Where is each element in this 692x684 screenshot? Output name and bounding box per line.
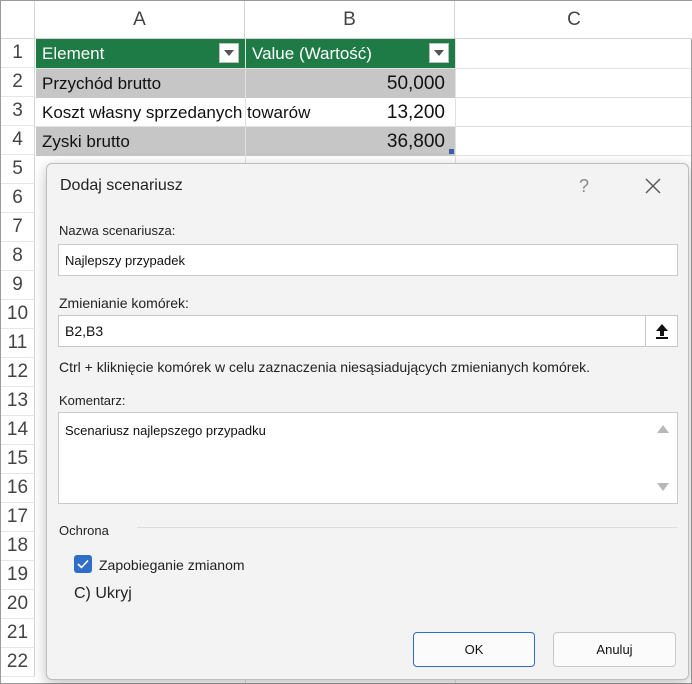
table-cell-a2[interactable]: Przychód brutto [36,69,245,98]
table-cell-b3[interactable]: 13,200 [306,98,455,127]
row-header-9[interactable]: 9 [1,271,35,300]
cancel-button[interactable]: Anuluj [553,632,676,667]
dialog-title: Dodaj scenariusz [60,177,183,194]
help-button[interactable]: ? [572,174,596,198]
comment-textarea[interactable]: Scenariusz najlepszego przypadku [58,412,678,504]
table-cell-b4[interactable]: 36,800 [246,127,455,156]
close-button[interactable] [641,174,665,198]
filter-dropdown-element[interactable] [219,43,239,63]
row-header-14[interactable]: 14 [1,416,35,445]
comment-value: Scenariusz najlepszego przypadku [65,423,266,438]
table-header-value-label: Value (Wartość) [252,43,372,63]
select-all-corner[interactable] [1,1,35,39]
table-header-value[interactable]: Value (Wartość) [246,39,455,68]
cancel-button-label: Anuluj [596,642,633,657]
prevent-changes-label[interactable]: Zapobieganie zmianom [99,557,245,573]
dropdown-arrow-icon [434,50,444,56]
prevent-changes-checkbox[interactable] [74,555,92,573]
row-header-10[interactable]: 10 [1,300,35,329]
comment-scrollbar[interactable] [649,413,677,503]
scroll-up-icon[interactable] [657,425,669,433]
scenario-name-input[interactable]: Najlepszy przypadek [58,244,678,276]
row-header-15[interactable]: 15 [1,445,35,474]
row-header-11[interactable]: 11 [1,329,35,358]
filter-dropdown-value[interactable] [429,43,449,63]
row-header-5[interactable]: 5 [1,155,35,184]
ctrl-click-hint: Ctrl + kliknięcie komórek w celu zaznacz… [59,359,591,375]
row-header-12[interactable]: 12 [1,358,35,387]
ok-button-label: OK [464,642,484,657]
column-header-c[interactable]: C [455,1,692,39]
table-cell-a4[interactable]: Zyski brutto [36,127,245,156]
checkmark-icon [77,559,89,569]
column-header-a[interactable]: A [35,1,245,39]
protection-group-label: Ochrona [59,523,109,538]
upload-arrow-icon [655,324,668,339]
scroll-down-icon[interactable] [657,483,669,491]
scenario-name-label: Nazwa scenariusza: [59,223,176,238]
table-resize-handle[interactable] [449,149,454,154]
add-scenario-dialog: Dodaj scenariusz ? Nazwa scenariusza: Na… [46,163,689,680]
changing-cells-value: B2,B3 [65,323,104,339]
dropdown-arrow-icon [224,50,234,56]
row-header-3[interactable]: 3 [1,97,35,126]
hide-option-label[interactable]: C) Ukryj [74,585,132,603]
row-header-1[interactable]: 1 [1,39,35,68]
scenario-name-value: Najlepszy przypadek [65,252,185,268]
table-cell-a3[interactable]: Koszt własny sprzedanych towarów [36,98,310,127]
row-header-19[interactable]: 19 [1,561,35,590]
ok-button[interactable]: OK [413,632,535,667]
table-header-element-label: Element [42,43,105,63]
row-header-18[interactable]: 18 [1,532,35,561]
row-header-16[interactable]: 16 [1,474,35,503]
table-header-element[interactable]: Element [36,39,245,68]
row-header-7[interactable]: 7 [1,213,35,242]
collapse-dialog-button[interactable] [645,316,677,346]
protection-divider [137,527,677,528]
row-header-21[interactable]: 21 [1,619,35,648]
changing-cells-input[interactable]: B2,B3 [58,315,678,347]
row-header-4[interactable]: 4 [1,126,35,155]
table-cell-b2[interactable]: 50,000 [246,69,455,98]
column-header-b[interactable]: B [245,1,455,39]
row-header-13[interactable]: 13 [1,387,35,416]
help-icon: ? [578,175,589,196]
row-header-8[interactable]: 8 [1,242,35,271]
changing-cells-label: Zmienianie komórek: [59,295,189,311]
close-icon [645,178,661,194]
row-header-6[interactable]: 6 [1,184,35,213]
row-header-2[interactable]: 2 [1,68,35,97]
dialog-titlebar[interactable]: Dodaj scenariusz ? [47,164,688,208]
row-header-20[interactable]: 20 [1,590,35,619]
row-header-22[interactable]: 22 [1,648,35,677]
comment-label: Komentarz: [59,393,126,408]
row-header-17[interactable]: 17 [1,503,35,532]
